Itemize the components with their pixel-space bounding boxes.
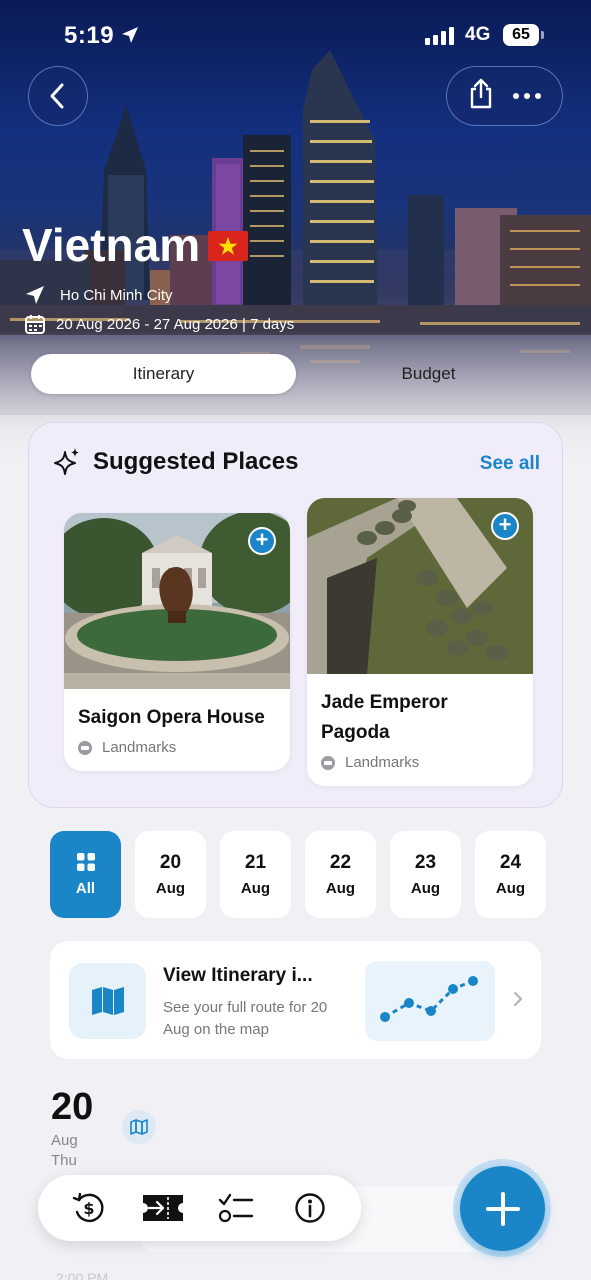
place-photo: + — [307, 498, 533, 674]
chip-month: Aug — [240, 880, 271, 897]
itinerary-time: 2:00 PM — [56, 1270, 109, 1280]
ticket-icon — [142, 1195, 183, 1221]
place-photo: + — [64, 513, 290, 689]
calendar-icon — [25, 315, 45, 334]
chip-all[interactable]: All — [50, 831, 121, 918]
tab-bar: Itinerary Budget — [31, 354, 561, 394]
tab-itinerary[interactable]: Itinerary — [31, 354, 296, 394]
tab-budget[interactable]: Budget — [296, 354, 561, 394]
map-icon — [130, 1119, 148, 1135]
bottom-toolbar: $ — [38, 1175, 361, 1241]
landmark-icon — [321, 755, 335, 770]
map-icon-box — [69, 963, 146, 1039]
back-button[interactable] — [28, 66, 88, 126]
chip-month: Aug — [155, 880, 186, 897]
map-card-description: See your full route for 20 Aug on the ma… — [163, 999, 328, 1038]
chip-date[interactable]: 20 Aug — [135, 831, 206, 918]
signal-icon — [425, 27, 454, 45]
battery-cap — [541, 31, 544, 39]
info-icon — [295, 1193, 325, 1223]
chip-month: Aug — [410, 880, 441, 897]
chip-date[interactable]: 22 Aug — [305, 831, 376, 918]
see-all-link[interactable]: See all — [480, 453, 540, 475]
suggested-places-panel: Suggested Places See all + Saigon Opera … — [28, 422, 563, 808]
add-place-button[interactable]: + — [491, 512, 519, 540]
date-filter-chips: All 20 Aug 21 Aug 22 Aug 23 Aug 24 Aug — [50, 831, 546, 918]
plus-icon — [485, 1191, 520, 1226]
destination-city: Ho Chi Minh City — [24, 284, 173, 306]
route-line-icon — [380, 976, 478, 1022]
place-card-saigon-opera-house[interactable]: + Saigon Opera House Landmarks — [64, 513, 290, 771]
chip-day: 23 — [414, 852, 437, 873]
add-button[interactable] — [460, 1166, 545, 1251]
chip-all-label: All — [75, 880, 96, 897]
status-bar: 5:19 4G 65 — [0, 18, 591, 54]
map-icon — [91, 987, 124, 1015]
day-month: Aug — [51, 1132, 78, 1149]
day-number: 20 — [51, 1086, 94, 1128]
chip-month: Aug — [495, 880, 526, 897]
category-label: Landmarks — [345, 754, 420, 771]
category-label: Landmarks — [102, 739, 177, 756]
header-actions — [446, 66, 563, 126]
location-arrow-icon — [121, 26, 139, 49]
chevron-left-icon — [50, 83, 64, 109]
place-name: Saigon Opera House — [78, 707, 265, 728]
info-button[interactable] — [288, 1186, 332, 1230]
route-preview — [365, 961, 495, 1041]
chip-date[interactable]: 24 Aug — [475, 831, 546, 918]
network-label: 4G — [465, 24, 491, 45]
chip-date[interactable]: 23 Aug — [390, 831, 461, 918]
more-icon[interactable] — [512, 87, 542, 105]
chip-day: 21 — [244, 852, 267, 873]
place-name: Jade Emperor Pagoda — [321, 692, 448, 743]
chip-day: 24 — [499, 852, 522, 873]
place-category: Landmarks — [64, 733, 290, 756]
suggested-title: Suggested Places — [93, 448, 299, 475]
battery-icon: 65 — [503, 24, 539, 46]
vietnam-flag-icon — [208, 218, 249, 272]
destination-dates: 20 Aug 2026 - 27 Aug 2026 | 7 days — [24, 313, 294, 335]
view-itinerary-map-card[interactable]: View Itinerary i... See your full route … — [50, 941, 541, 1059]
chip-date[interactable]: 21 Aug — [220, 831, 291, 918]
sparkles-icon — [54, 448, 79, 475]
landmark-icon — [78, 740, 92, 755]
day-map-button[interactable] — [122, 1110, 156, 1144]
chip-day: 20 — [159, 852, 182, 873]
location-arrow-icon — [26, 286, 44, 304]
chip-day: 22 — [329, 852, 352, 873]
trip-dates: 20 Aug 2026 - 27 Aug 2026 | 7 days — [56, 315, 295, 333]
grid-icon — [76, 853, 95, 871]
tickets-button[interactable] — [141, 1186, 185, 1230]
checklist-button[interactable] — [214, 1186, 258, 1230]
destination-title: Vietnam — [22, 218, 249, 272]
chip-month: Aug — [325, 880, 356, 897]
budget-refresh-icon: $ — [72, 1192, 104, 1223]
budget-button[interactable]: $ — [67, 1186, 111, 1230]
day-weekday: Thu — [51, 1152, 77, 1169]
city-label: Ho Chi Minh City — [60, 286, 173, 304]
status-time: 5:19 — [64, 22, 115, 49]
checklist-icon — [219, 1193, 254, 1223]
suggested-header: Suggested Places — [53, 447, 298, 477]
chevron-right-icon — [513, 991, 523, 1012]
svg-text:$: $ — [83, 1199, 94, 1218]
map-card-title: View Itinerary i... — [163, 965, 313, 986]
share-icon[interactable] — [467, 78, 495, 115]
place-category: Landmarks — [307, 748, 533, 771]
country-name: Vietnam — [22, 219, 201, 271]
add-place-button[interactable]: + — [248, 527, 276, 555]
place-card-jade-emperor-pagoda[interactable]: + Jade Emperor Pagoda Landmarks — [307, 498, 533, 786]
